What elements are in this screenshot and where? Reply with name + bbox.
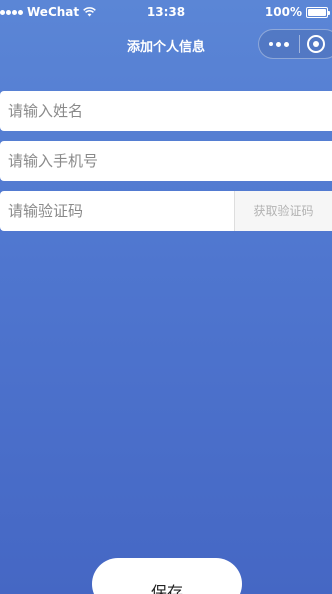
verification-code-input[interactable] <box>0 191 234 231</box>
phone-field <box>0 141 332 181</box>
battery-icon <box>306 6 330 18</box>
target-icon <box>306 35 325 53</box>
name-field <box>0 91 332 131</box>
mini-program-capsule <box>258 29 332 59</box>
status-right: 100% <box>264 5 330 19</box>
nav-bar: 添加个人信息 <box>0 26 332 64</box>
name-input[interactable] <box>0 91 332 131</box>
status-bar: WeChat 13:38 100% <box>0 0 332 26</box>
more-dots-icon[interactable] <box>259 41 299 47</box>
close-button[interactable] <box>300 35 332 53</box>
verification-code-field: 获取验证码 <box>0 191 332 231</box>
battery-percent: 100% <box>264 5 302 19</box>
battery-fill <box>308 8 326 16</box>
phone-input[interactable] <box>0 141 332 181</box>
get-code-button[interactable]: 获取验证码 <box>234 191 332 231</box>
save-button[interactable]: 保存 <box>92 558 242 594</box>
